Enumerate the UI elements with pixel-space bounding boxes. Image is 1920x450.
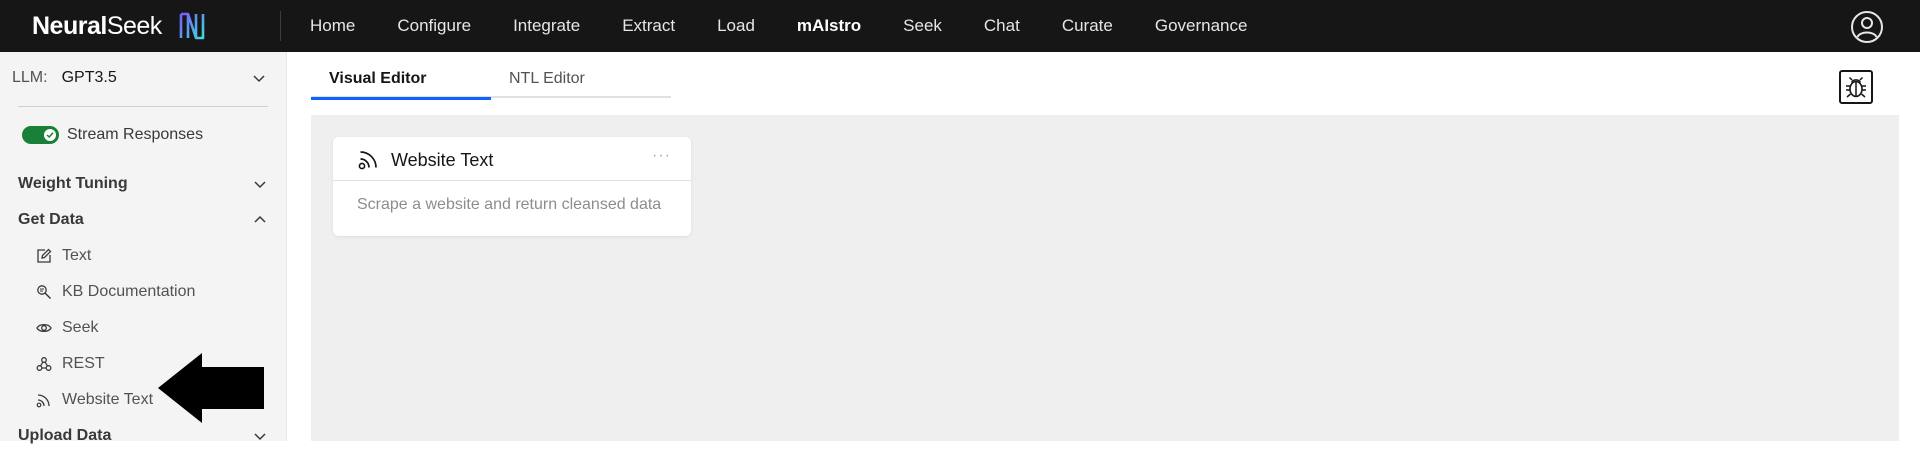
neuralseek-logo-icon (179, 12, 205, 40)
section-get-data-label: Get Data (18, 211, 84, 228)
brand[interactable]: NeuralSeek (32, 10, 242, 42)
section-get-data[interactable]: Get Data (18, 206, 268, 234)
checkmark-icon (46, 132, 54, 139)
get-data-item-kb-documentation[interactable]: KB Documentation (36, 278, 195, 306)
stream-responses-toggle[interactable] (22, 126, 59, 144)
tab-ntl-editor[interactable]: NTL Editor (491, 60, 671, 98)
llm-label: LLM: (12, 69, 48, 86)
chevron-up-icon (254, 215, 266, 223)
nav-governance[interactable]: Governance (1134, 0, 1269, 52)
chevron-down-icon (254, 433, 266, 441)
nav-curate[interactable]: Curate (1041, 0, 1134, 52)
nav-home[interactable]: Home (289, 0, 376, 52)
rss-icon (36, 394, 50, 408)
card-overflow-menu[interactable]: ··· (652, 148, 671, 164)
chevron-down-icon (253, 75, 265, 83)
get-data-item-label: REST (62, 355, 105, 372)
stream-responses-row: Stream Responses (22, 126, 203, 144)
stream-responses-label: Stream Responses (67, 126, 204, 143)
editor-tabs: Visual Editor NTL Editor (311, 60, 671, 100)
section-weight-tuning-label: Weight Tuning (18, 175, 128, 192)
edit-icon (37, 248, 52, 263)
user-avatar-icon[interactable] (1850, 10, 1884, 44)
search-document-icon (37, 285, 52, 300)
llm-value: GPT3.5 (61, 69, 117, 86)
card-description: Scrape a website and return cleansed dat… (357, 196, 662, 213)
get-data-item-label: Seek (62, 319, 99, 336)
brand-divider (280, 11, 281, 41)
card-title: Website Text (391, 150, 494, 170)
sidebar-divider (18, 106, 268, 107)
chevron-down-icon (254, 181, 266, 189)
main-nav: Home Configure Integrate Extract Load mA… (289, 0, 1268, 52)
flow-canvas[interactable]: Website Text ··· Scrape a website and re… (311, 115, 1899, 441)
brand-name: NeuralSeek (32, 11, 162, 40)
section-upload-data-label: Upload Data (18, 427, 112, 444)
llm-select[interactable]: LLM: GPT3.5 (12, 64, 267, 92)
card-header: Website Text ··· (333, 137, 691, 181)
get-data-item-label: KB Documentation (62, 283, 196, 300)
section-upload-data[interactable]: Upload Data (18, 422, 268, 450)
get-data-item-label: Text (62, 247, 92, 264)
debug-button[interactable] (1839, 70, 1873, 104)
tab-visual-editor[interactable]: Visual Editor (311, 60, 491, 100)
get-data-item-label: Website Text (62, 391, 154, 408)
toggle-knob (44, 129, 56, 141)
webhook-icon (36, 357, 52, 371)
section-weight-tuning[interactable]: Weight Tuning (18, 170, 268, 198)
nav-chat[interactable]: Chat (963, 0, 1041, 52)
website-text-node-card[interactable]: Website Text ··· Scrape a website and re… (333, 137, 691, 236)
get-data-item-text[interactable]: Text (36, 242, 91, 270)
nav-extract[interactable]: Extract (601, 0, 696, 52)
get-data-item-seek[interactable]: Seek (36, 314, 98, 342)
eye-icon (36, 323, 52, 333)
nav-integrate[interactable]: Integrate (492, 0, 601, 52)
top-navigation-bar: NeuralSeek Home Configure Integrate Extr… (0, 0, 1920, 52)
nav-seek[interactable]: Seek (882, 0, 963, 52)
get-data-item-website-text[interactable]: Website Text (36, 386, 153, 414)
annotation-arrow-icon (158, 353, 264, 423)
nav-configure[interactable]: Configure (376, 0, 492, 52)
rss-icon (358, 150, 377, 169)
bug-icon (1846, 76, 1866, 98)
get-data-item-rest[interactable]: REST (36, 350, 105, 378)
nav-maistro[interactable]: mAIstro (776, 0, 882, 52)
nav-load[interactable]: Load (696, 0, 776, 52)
